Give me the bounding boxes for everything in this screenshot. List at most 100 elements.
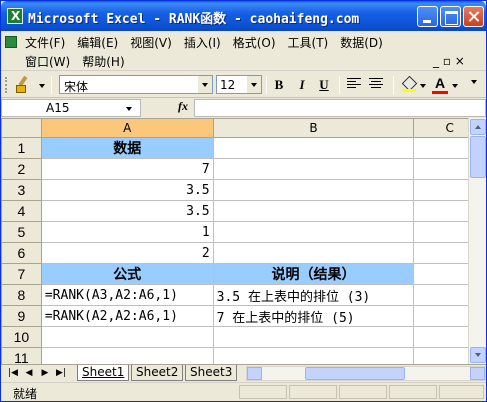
toolbar-separator [339,76,340,94]
row-header[interactable]: 7 [1,263,42,285]
horizontal-scrollbar[interactable] [246,366,486,381]
excel-app-icon[interactable] [7,8,23,24]
chevron-down-icon[interactable] [39,84,45,88]
align-left-icon[interactable] [347,78,361,91]
chevron-down-icon[interactable] [122,100,136,116]
status-panel [439,385,484,399]
row-header[interactable]: 1 [1,137,42,159]
cell-a[interactable]: 公式 [40,263,214,285]
scroll-up-button[interactable] [470,119,486,135]
workbook-icon[interactable] [5,36,17,48]
horizontal-scroll-thumb[interactable] [305,367,405,380]
tab-sheet2[interactable]: Sheet2 [131,365,184,381]
cell-b[interactable]: 3.5 在上表中的排位 (3) [212,284,415,306]
scroll-right-button[interactable] [470,367,485,380]
cell-a[interactable] [40,326,214,348]
prev-sheet-button[interactable]: ◀ [23,367,35,379]
tab-sheet1[interactable]: Sheet1 [77,365,130,381]
cell-b[interactable] [212,179,415,201]
row-header[interactable]: 8 [1,284,42,306]
chevron-down-icon[interactable] [452,84,458,88]
close-button[interactable] [463,6,484,27]
menu-insert[interactable]: 插入(I) [178,34,227,51]
cell-a[interactable]: 1 [40,221,214,243]
tab-sheet3[interactable]: Sheet3 [185,365,238,381]
worksheet-grid[interactable]: A B C 1 数据 2 7 3 3.5 4 3.5 5 1 6 2 7 公式 说明（结果） 8 =RANK(A… [1,118,486,364]
cell-a[interactable]: 2 [40,242,214,264]
menu-file[interactable]: 文件(F) [19,34,71,51]
title-bar[interactable]: Microsoft Excel - RANK函数 - caohaifeng.co… [1,1,486,31]
row-header[interactable]: 6 [1,242,42,264]
cell-a[interactable]: =RANK(A2,A2:A6,1) [40,305,214,327]
insert-function-icon[interactable]: fx [178,99,188,114]
row-header[interactable]: 2 [1,158,42,180]
cell-a[interactable]: 3.5 [40,179,214,201]
toolbar-grip[interactable] [5,77,8,93]
table-row: 27 [1,158,486,180]
cell-a[interactable]: =RANK(A3,A2:A6,1) [40,284,214,306]
cell-a[interactable] [40,347,214,364]
cell-b[interactable] [212,326,415,348]
cell-b[interactable]: 7 在上表中的排位 (5) [212,305,415,327]
select-all-corner[interactable] [1,118,42,138]
cell-b[interactable] [212,242,415,264]
underline-button[interactable]: U [314,76,334,94]
table-row: 3 3.5 [1,179,486,201]
cell-a[interactable]: 7 [40,158,214,180]
formatting-toolbar: 宋体 12 B I U A [1,72,486,98]
column-header-a[interactable]: A [40,118,214,138]
next-sheet-button[interactable]: ▶ [39,367,51,379]
table-row: 4 3.5 [1,200,486,222]
cell-b[interactable]: 说明（结果） [212,263,415,285]
row-header[interactable]: 9 [1,305,42,327]
table-row: 9 =RANK(A2,A2:A6,1) 7 在上表中的排位 (5) [1,305,486,327]
format-painter-icon[interactable] [14,76,32,94]
first-sheet-button[interactable]: |◀ [7,367,19,379]
menu-edit[interactable]: 编辑(E) [71,34,124,51]
menu-tools[interactable]: 工具(T) [282,34,335,51]
status-panel [289,385,337,399]
chevron-down-icon[interactable] [420,84,426,88]
bold-button[interactable]: B [269,76,289,94]
row-header[interactable]: 3 [1,179,42,201]
toolbar-options-icon[interactable] [471,80,477,84]
cell-b[interactable] [212,347,415,364]
maximize-button[interactable] [440,6,461,27]
doc-window-controls[interactable]: _ ▫ × [433,54,465,68]
align-center-icon[interactable] [369,78,383,91]
font-color-button[interactable]: A [432,75,448,94]
cell-b[interactable] [212,200,415,222]
scroll-left-button[interactable] [247,367,262,380]
cell-a[interactable]: 3.5 [40,200,214,222]
minimize-button[interactable] [417,6,438,27]
cell-a[interactable]: 数据 [40,137,214,159]
row-header[interactable]: 11 [1,347,42,364]
vertical-scroll-thumb[interactable] [470,136,486,178]
formula-bar: A15 fx [1,98,486,118]
cell-b[interactable] [212,137,415,159]
name-box[interactable]: A15 [1,99,141,117]
vertical-scrollbar[interactable] [468,118,486,364]
menu-format[interactable]: 格式(O) [227,34,282,51]
formula-input[interactable] [194,99,486,117]
font-size-select[interactable]: 12 [216,75,262,94]
cell-b[interactable] [212,221,415,243]
table-row: 1 数据 [1,137,486,159]
window-title: Microsoft Excel - RANK函数 - caohaifeng.co… [28,12,360,27]
column-header-b[interactable]: B [212,118,415,138]
italic-button[interactable]: I [292,76,312,94]
last-sheet-button[interactable]: ▶| [55,367,67,379]
menu-help[interactable]: 帮助(H) [76,53,130,70]
font-name-select[interactable]: 宋体 [59,75,213,94]
cell-b[interactable] [212,158,415,180]
menu-view[interactable]: 视图(V) [124,34,178,51]
menu-window[interactable]: 窗口(W) [19,53,76,70]
row-header[interactable]: 5 [1,221,42,243]
scroll-down-button[interactable] [470,347,486,363]
row-header[interactable]: 10 [1,326,42,348]
row-header[interactable]: 4 [1,200,42,222]
chevron-down-icon[interactable] [198,76,212,93]
menu-data[interactable]: 数据(D) [334,34,389,51]
chevron-down-icon[interactable] [247,76,261,93]
fill-color-icon[interactable] [402,77,416,92]
